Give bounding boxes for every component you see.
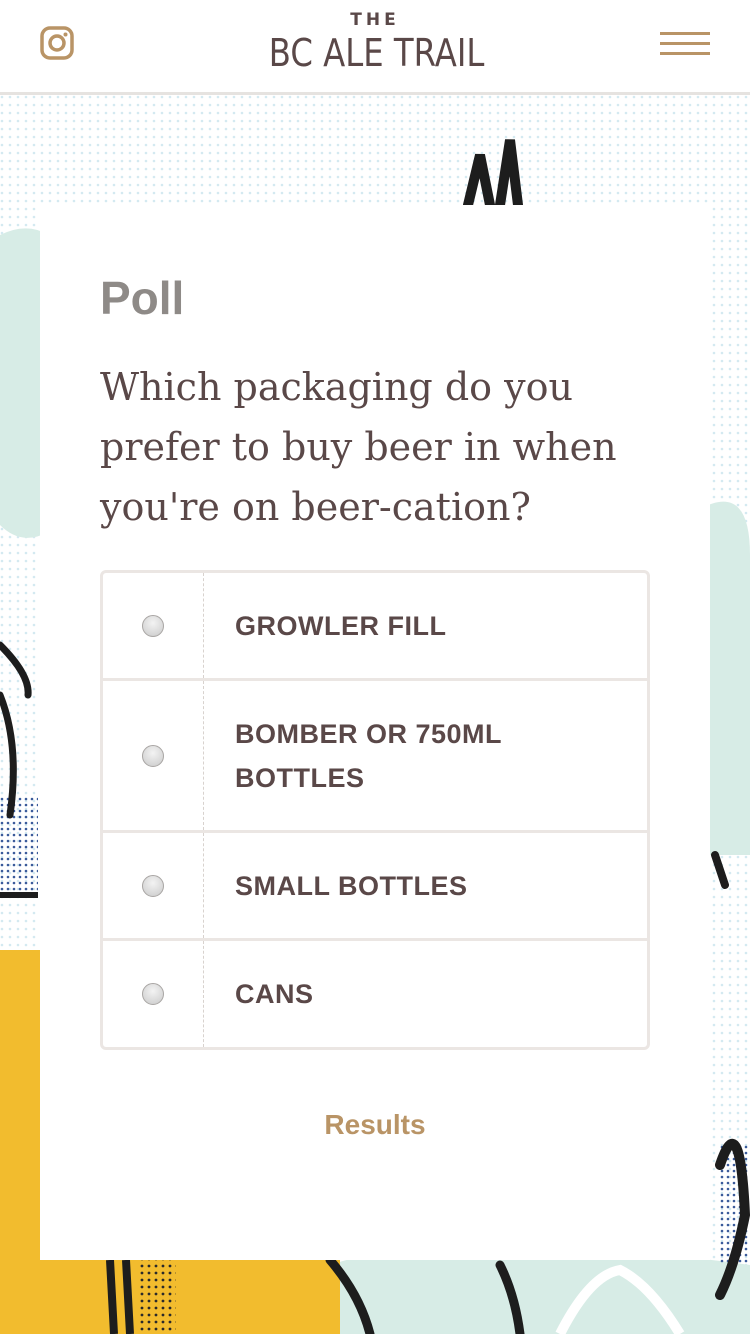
poll-option-bomber-bottles[interactable]: BOMBER OR 750ML BOTTLES	[103, 681, 647, 833]
poll-question: Which packaging do you prefer to buy bee…	[100, 365, 617, 529]
poll-option-small-bottles[interactable]: SMALL BOTTLES	[103, 833, 647, 941]
option-label: GROWLER FILL	[235, 610, 447, 641]
option-label: CANS	[235, 979, 314, 1009]
radio-button[interactable]	[142, 874, 164, 897]
poll-heading: Poll	[100, 272, 185, 324]
poll-option-cans[interactable]: CANS	[103, 941, 647, 1047]
option-radio-cell	[103, 573, 204, 678]
radio-button[interactable]	[142, 744, 164, 767]
option-label: BOMBER OR 750ML BOTTLES	[235, 718, 502, 793]
option-label: SMALL BOTTLES	[235, 870, 468, 901]
instagram-icon[interactable]	[40, 26, 74, 60]
site-header: THE BC ALE TRAIL	[0, 0, 750, 95]
hamburger-menu-icon[interactable]	[660, 30, 710, 58]
radio-button[interactable]	[142, 614, 164, 637]
poll-card: Poll Which packaging do you prefer to bu…	[40, 205, 710, 1260]
option-radio-cell	[103, 833, 204, 938]
radio-button[interactable]	[142, 983, 164, 1005]
poll-option-growler-fill[interactable]: GROWLER FILL	[103, 573, 647, 681]
results-link[interactable]: Results	[40, 1109, 710, 1141]
logo-main-text: BC ALE TRAIL	[268, 31, 485, 75]
site-logo[interactable]: THE BC ALE TRAIL	[250, 10, 500, 76]
poll-options: GROWLER FILL BOMBER OR 750ML BOTTLES SMA…	[100, 570, 650, 1050]
option-radio-cell	[103, 681, 204, 830]
logo-the-text: THE	[350, 10, 400, 30]
option-radio-cell	[103, 941, 204, 1047]
